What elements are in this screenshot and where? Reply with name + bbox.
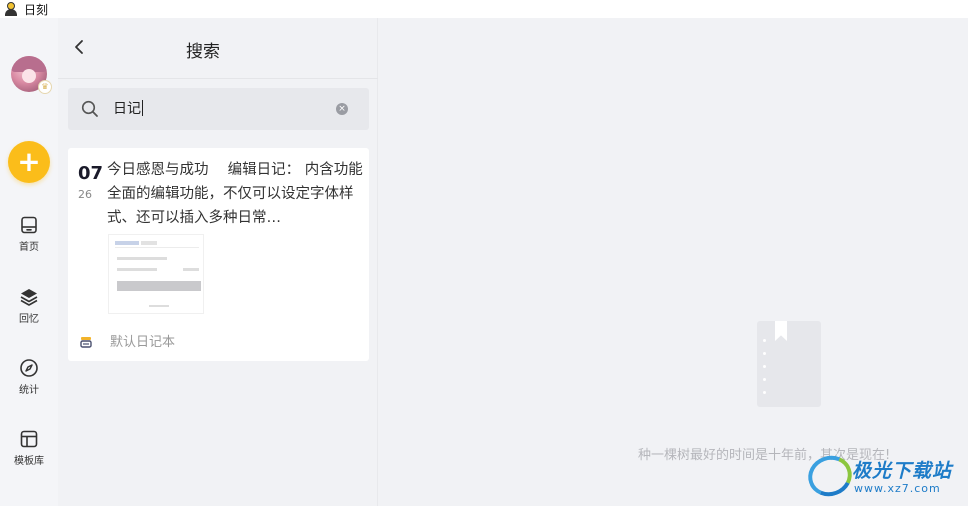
template-icon (20, 430, 38, 448)
add-entry-button[interactable]: + (8, 141, 50, 183)
nav-label-memories: 回忆 (19, 314, 39, 325)
search-box[interactable]: 日记 × (68, 88, 369, 130)
watermark-swirl-icon (802, 449, 858, 503)
entry-thumbnail[interactable] (108, 234, 204, 314)
nav-label-templates: 模板库 (14, 456, 44, 467)
clear-search-icon[interactable]: × (336, 103, 348, 115)
search-result-card[interactable]: 07 26 今日感恩与成功 编辑日记： 内含功能全面的编辑功能，不仅可以设定字体… (68, 148, 369, 361)
nav-item-templates[interactable]: 模板库 (0, 429, 58, 467)
nav-label-home: 首页 (19, 242, 39, 253)
search-panel: 搜索 日记 × 07 26 今日感恩与成功 编辑日记： 内含功能全面的编辑功能，… (58, 18, 378, 506)
nav-label-stats: 统计 (19, 385, 39, 396)
title-bar: 日刻 (0, 0, 968, 18)
main-content: 种一棵树最好的时间是十年前，其次是现在! (378, 18, 968, 506)
nav-item-memories[interactable]: 回忆 (0, 287, 58, 325)
watermark-logo: 极光下载站 www.xz7.com (802, 449, 968, 506)
nav-rail: ♛ + 首页 回忆 统计 模板库 (0, 18, 58, 506)
entry-month: 26 (78, 188, 92, 201)
nav-item-stats[interactable]: 统计 (0, 358, 58, 396)
watermark-url: www.xz7.com (854, 482, 941, 495)
window-title: 日刻 (24, 2, 49, 17)
app-logo-icon (4, 2, 18, 16)
empty-book-icon (757, 321, 821, 407)
home-icon (21, 216, 37, 234)
vip-crown-icon: ♛ (38, 80, 52, 94)
page-title: 搜索 (186, 42, 220, 62)
watermark-name: 极光下载站 (852, 460, 953, 482)
layers-icon (20, 289, 38, 306)
entry-day: 07 (78, 163, 104, 184)
search-input[interactable]: 日记 (113, 98, 143, 120)
compass-icon (20, 359, 38, 377)
notebook-name: 默认日记本 (110, 335, 176, 350)
search-header: 搜索 (58, 18, 378, 79)
nav-item-home[interactable]: 首页 (0, 215, 58, 253)
search-icon (81, 100, 98, 117)
notebook-icon (80, 337, 92, 348)
entry-excerpt: 今日感恩与成功 编辑日记： 内含功能全面的编辑功能，不仅可以设定字体样式、还可以… (107, 162, 363, 226)
